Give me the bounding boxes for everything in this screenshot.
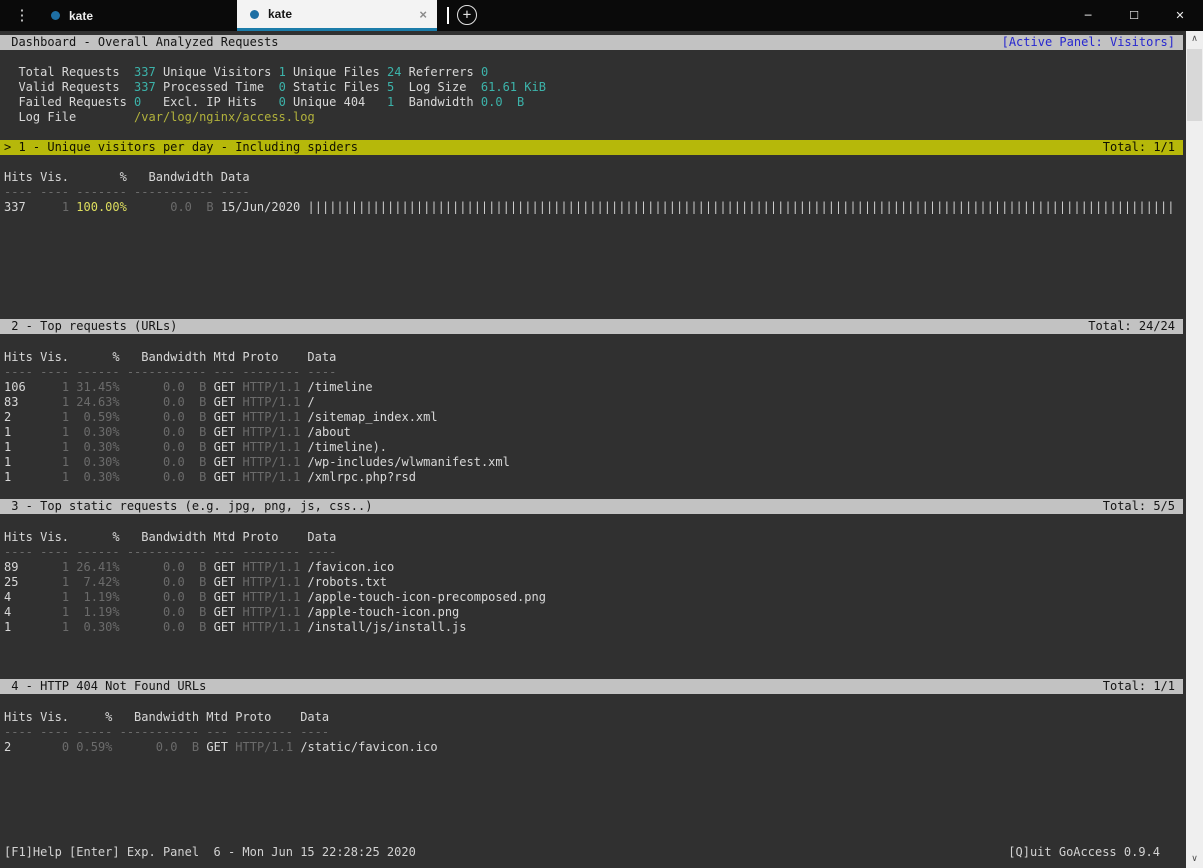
panel-table-404: Hits Vis. % Bandwidth Mtd Proto Data ---… [4, 710, 438, 754]
chevron-down-icon: ∨ [1191, 854, 1198, 864]
panel-total: Total: 1/1 [1102, 140, 1175, 154]
panel-table-static: Hits Vis. % Bandwidth Mtd Proto Data ---… [4, 530, 546, 634]
tab-label: kate [268, 7, 293, 21]
titlebar: ⋮ kate kate × + ─ ☐ ✕ [0, 0, 1203, 31]
panel-total: Total: 24/24 [1088, 319, 1175, 333]
tab-activity-icon [51, 11, 60, 20]
panel-header-static-requests: 3 - Top static requests (e.g. jpg, png, … [0, 499, 1183, 514]
status-version: [Q]uit GoAccess 0.9.4 [1008, 845, 1160, 859]
panel-total: Total: 5/5 [1102, 499, 1175, 513]
new-tab-button[interactable]: + [457, 5, 477, 25]
panel-title: 3 - Top static requests (e.g. jpg, png, … [4, 499, 373, 513]
maximize-button[interactable]: ☐ [1111, 0, 1157, 31]
tab-kate-inactive[interactable]: kate [38, 0, 236, 31]
window-controls: ─ ☐ ✕ [1065, 0, 1203, 31]
plus-icon: + [462, 7, 472, 23]
dashboard-title: Dashboard - Overall Analyzed Requests [4, 35, 279, 49]
terminal-screen[interactable]: Dashboard - Overall Analyzed Requests [A… [0, 31, 1186, 868]
tab-close-button[interactable]: × [419, 8, 427, 21]
close-button[interactable]: ✕ [1157, 0, 1203, 31]
panel-title: > 1 - Unique visitors per day - Includin… [4, 140, 359, 154]
menu-button[interactable]: ⋮ [8, 0, 36, 31]
kebab-icon: ⋮ [14, 6, 30, 24]
panel-table-requests: Hits Vis. % Bandwidth Mtd Proto Data ---… [4, 350, 510, 484]
panel-title: 4 - HTTP 404 Not Found URLs [4, 679, 207, 693]
minimize-icon: ─ [1084, 9, 1092, 22]
scroll-down-button[interactable]: ∨ [1186, 851, 1203, 868]
terminal-window: ⋮ kate kate × + ─ ☐ ✕ Dashboard - Overal… [0, 0, 1203, 868]
tab-label: kate [69, 8, 94, 23]
status-help: [F1]Help [Enter] Exp. Panel 6 - Mon Jun … [4, 845, 416, 859]
panel-header-visitors: > 1 - Unique visitors per day - Includin… [0, 140, 1183, 155]
close-icon: × [419, 6, 427, 22]
status-bar: [F1]Help [Enter] Exp. Panel 6 - Mon Jun … [0, 845, 1186, 860]
tab-activity-icon [250, 9, 259, 19]
maximize-icon: ☐ [1129, 9, 1139, 22]
panel-table-visitors: Hits Vis. % Bandwidth Data ---- ---- ---… [4, 170, 1175, 214]
dashboard-header-bar: Dashboard - Overall Analyzed Requests [A… [0, 35, 1183, 50]
panel-header-404: 4 - HTTP 404 Not Found URLs Total: 1/1 [0, 679, 1183, 694]
panel-total: Total: 1/1 [1102, 679, 1175, 693]
summary-block: Total Requests 337 Unique Visitors 1 Uni… [4, 65, 546, 124]
active-panel-indicator: [Active Panel: Visitors] [1001, 35, 1175, 49]
minimize-button[interactable]: ─ [1065, 0, 1111, 31]
scroll-up-button[interactable]: ∧ [1186, 31, 1203, 48]
panel-title: 2 - Top requests (URLs) [4, 319, 178, 333]
close-icon: ✕ [1175, 9, 1185, 22]
panel-header-requests: 2 - Top requests (URLs) Total: 24/24 [0, 319, 1183, 334]
tab-kate-active[interactable]: kate × [237, 0, 437, 31]
chevron-up-icon: ∧ [1191, 34, 1198, 44]
tab-divider [447, 7, 449, 24]
scrollbar[interactable]: ∧ ∨ [1186, 31, 1203, 868]
scrollbar-thumb[interactable] [1187, 49, 1202, 121]
